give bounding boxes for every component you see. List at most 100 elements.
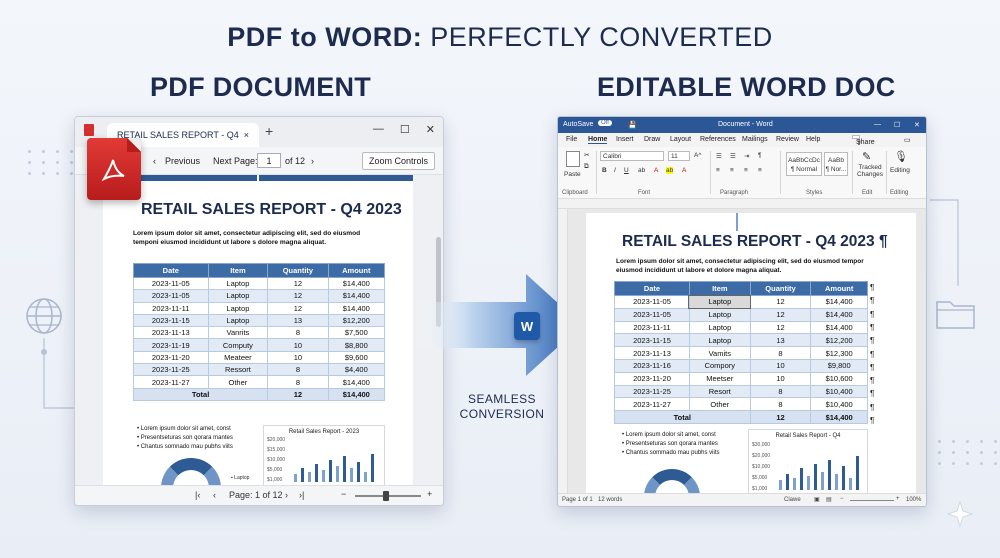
table-cell[interactable]: $12,200	[810, 333, 868, 348]
text-color-button[interactable]: A	[682, 167, 686, 174]
align-right-icon[interactable]: ≡	[744, 167, 748, 174]
autosave-toggle[interactable]: Off	[598, 120, 612, 126]
style-no-spacing[interactable]: AaBb ¶ Nor...	[824, 152, 848, 176]
maximize-icon[interactable]: ☐	[894, 121, 900, 129]
table-row[interactable]: 2023-11-27 Other 8 $10,400	[614, 397, 868, 412]
table-row[interactable]: 2023-11-15 Laptop 13 $12,200	[614, 333, 868, 348]
table-cell[interactable]: $10,600	[810, 371, 868, 386]
save-icon[interactable]: 💾	[628, 121, 637, 129]
table-cell[interactable]: 8	[749, 384, 812, 399]
table-cell[interactable]: Laptop	[688, 320, 751, 335]
table-row[interactable]: 2023-11-05 Laptop 12 $14,400	[614, 294, 868, 310]
font-color-button[interactable]: A	[654, 167, 658, 174]
table-row[interactable]: 2023-11-11 Laptop 12 $14,400	[614, 320, 868, 335]
table-cell[interactable]: 2023-11-13	[614, 346, 690, 360]
table-cell[interactable]: 10	[749, 358, 812, 373]
bold-button[interactable]: B	[602, 167, 607, 174]
table-cell[interactable]: 2023-11-11	[614, 320, 690, 335]
bar-chart[interactable]: Retail Sales Report - Q4 $30,000 $20,000…	[748, 429, 868, 495]
table-cell[interactable]: $10,400	[810, 384, 868, 399]
table-row[interactable]: 2023-11-25 Resort 8 $10,400	[614, 384, 868, 399]
last-page-icon[interactable]: ›|	[299, 490, 304, 500]
minimize-icon[interactable]: —	[373, 123, 384, 136]
zoom-controls-button[interactable]: Zoom Controls	[361, 152, 435, 170]
tab-help[interactable]: Help	[806, 136, 820, 143]
grow-font-icon[interactable]: A^	[694, 152, 701, 159]
table-cell[interactable]: $14,400	[810, 295, 868, 309]
table-cell[interactable]: $14,400	[810, 320, 868, 335]
table-cell[interactable]: Laptop	[688, 294, 752, 310]
table-header[interactable]: Amount	[810, 281, 868, 296]
page-number-input[interactable]: 1	[257, 153, 281, 168]
font-size-select[interactable]: 11	[668, 151, 690, 161]
bullets-icon[interactable]: ☰	[716, 152, 722, 160]
table-cell[interactable]: $12,300	[810, 346, 868, 360]
status-page[interactable]: Page 1 of 1	[562, 497, 593, 503]
zoom-slider[interactable]	[355, 491, 421, 501]
new-tab-button[interactable]: +	[265, 123, 273, 139]
table-cell[interactable]: 2023-11-05	[614, 307, 690, 322]
tab-draw[interactable]: Draw	[644, 136, 660, 143]
table-row[interactable]: 2023-11-20 Meetser 10 $10,600	[614, 371, 868, 386]
bullet-list[interactable]: Lorem ipsum dolor sit amet, const Presen…	[622, 431, 720, 458]
table-cell[interactable]: 12	[749, 295, 812, 309]
highlight-button[interactable]: ab	[666, 167, 674, 174]
table-cell[interactable]: 8	[749, 397, 812, 412]
table-cell[interactable]: $14,400	[810, 307, 868, 322]
editing-button[interactable]: Editing	[890, 167, 910, 174]
minimize-icon[interactable]: —	[874, 121, 881, 128]
tab-mailings[interactable]: Mailings	[742, 136, 768, 143]
paste-button[interactable]: Paste	[564, 171, 581, 178]
print-layout-icon[interactable]: ▣	[814, 496, 820, 503]
table-cell[interactable]: Compory	[688, 358, 751, 373]
zoom-level[interactable]: 100%	[906, 497, 921, 503]
close-icon[interactable]: ✕	[914, 121, 920, 129]
table-cell[interactable]: $10,400	[810, 397, 868, 412]
align-center-icon[interactable]: ≡	[730, 167, 734, 174]
table-cell[interactable]: 2023-11-16	[614, 358, 690, 373]
table-cell[interactable]: Laptop	[688, 307, 751, 322]
web-layout-icon[interactable]: ▤	[826, 496, 832, 503]
previous-button[interactable]: Previous	[165, 156, 200, 166]
sales-table[interactable]: Date Item Quantity Amount 2023-11-05 Lapt…	[614, 281, 868, 424]
horizontal-ruler[interactable]	[558, 199, 926, 209]
tracked-changes-button[interactable]: Tracked Changes	[856, 164, 884, 178]
zoom-slider-thumb[interactable]	[383, 491, 389, 501]
tracked-changes-icon[interactable]: ✎	[862, 150, 871, 163]
table-cell[interactable]: Resort	[688, 384, 751, 399]
chevron-right-icon[interactable]: ›	[311, 156, 314, 166]
word-page[interactable]: RETAIL SALES REPORT - Q4 2023 ¶ Lorem ip…	[586, 213, 916, 506]
table-cell[interactable]: 2023-11-27	[614, 397, 690, 412]
tab-review[interactable]: Review	[776, 136, 799, 143]
table-row[interactable]: 2023-11-05 Laptop 12 $14,400	[614, 307, 868, 322]
paste-icon[interactable]	[566, 151, 580, 167]
table-cell[interactable]: $9,800	[810, 358, 868, 373]
status-words[interactable]: 12 words	[598, 497, 622, 503]
chevron-right-icon[interactable]: ›	[285, 490, 288, 500]
table-header[interactable]: Item	[688, 281, 751, 296]
underline-button[interactable]: U	[624, 167, 629, 174]
justify-icon[interactable]: ≡	[758, 167, 762, 174]
table-cell[interactable]: 2023-11-05	[614, 295, 690, 309]
tab-layout[interactable]: Layout	[670, 136, 691, 143]
vertical-ruler[interactable]	[558, 209, 568, 495]
chevron-left-icon[interactable]: ‹	[213, 490, 216, 500]
dictate-icon[interactable]: 🎙	[894, 150, 908, 163]
table-cell[interactable]: 2023-11-25	[614, 384, 690, 399]
zoom-out-button[interactable]: −	[341, 489, 346, 499]
table-total-row[interactable]: Total 12 $14,400	[614, 410, 868, 424]
zoom-slider[interactable]	[850, 500, 894, 501]
status-view[interactable]: Clawe	[784, 497, 801, 503]
table-cell[interactable]: 10	[749, 371, 812, 386]
tab-insert[interactable]: Insert	[616, 136, 634, 143]
table-row[interactable]: 2023-11-16 Compory 10 $9,800	[614, 358, 868, 373]
table-cell[interactable]: Vamits	[688, 346, 751, 360]
list-item[interactable]: Chantus sommado mau pubhs viits	[622, 449, 720, 458]
font-name-select[interactable]: Calibri	[600, 151, 664, 161]
report-title[interactable]: RETAIL SALES REPORT - Q4 2023 ¶	[622, 233, 888, 251]
table-cell[interactable]: 2023-11-20	[614, 371, 690, 386]
strikethrough-button[interactable]: ab	[638, 167, 645, 174]
tab-close-icon[interactable]: ×	[244, 130, 249, 140]
table-row[interactable]: 2023-11-13 Vamits 8 $12,300	[614, 346, 868, 360]
italic-button[interactable]: I	[614, 167, 616, 174]
